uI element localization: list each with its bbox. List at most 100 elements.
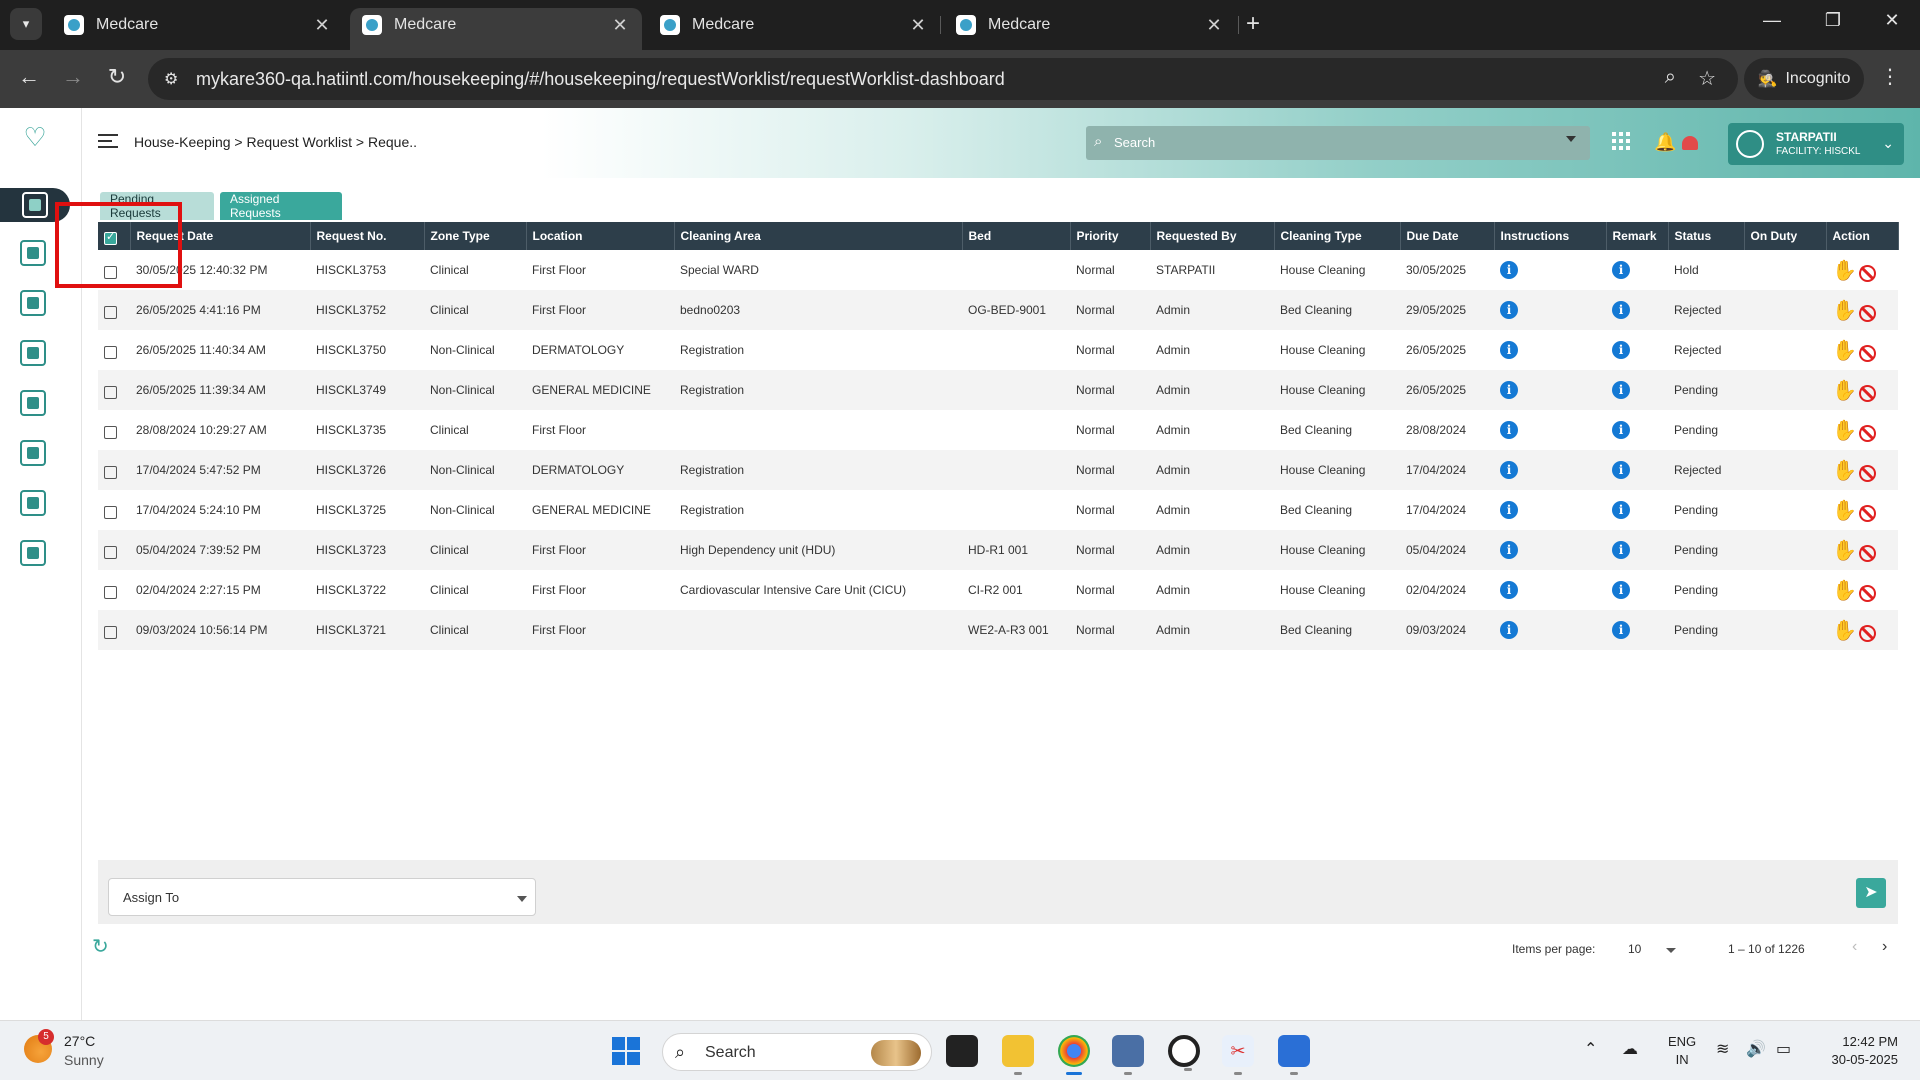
tray-overflow-chevron-icon[interactable]: ⌃ [1584,1039,1597,1059]
notepad-icon[interactable] [1278,1035,1310,1075]
nav-globe-icon[interactable] [16,336,50,370]
close-tab-icon[interactable]: ✕ [312,15,332,36]
language-indicator[interactable]: ENG IN [1668,1033,1696,1069]
forward-arrow-icon[interactable]: → [58,64,88,90]
table-row[interactable]: 26/05/2025 11:39:34 AM HISCKL3749 Non-Clin… [98,370,1898,410]
apps-grid-icon[interactable] [1612,132,1630,150]
remark-info-icon[interactable]: i [1612,301,1630,319]
table-row[interactable]: 30/05/2025 12:40:32 PM HISCKL3753 Clinical… [98,250,1898,290]
user-profile-menu[interactable]: STARPATII FACILITY: HISCKL ⌄ [1728,123,1904,165]
table-row[interactable]: 26/05/2025 11:40:34 AM HISCKL3750 Non-Clin… [98,330,1898,370]
nav-inventory-icon[interactable] [16,536,50,570]
table-row[interactable]: 17/04/2024 5:47:52 PM HISCKL3726 Non-Clini… [98,450,1898,490]
taskbar-search-box[interactable]: ⌕ Search [662,1033,932,1071]
hold-hand-icon[interactable]: ✋ [1832,378,1857,403]
instructions-info-icon[interactable]: i [1500,421,1518,439]
remark-info-icon[interactable]: i [1612,341,1630,359]
col-due-date[interactable]: Due Date [1400,222,1495,250]
col-requested-by[interactable]: Requested By [1150,222,1275,250]
battery-icon[interactable]: ▭ [1776,1039,1791,1059]
reject-ban-icon[interactable] [1858,264,1876,282]
table-row[interactable]: 17/04/2024 5:24:10 PM HISCKL3725 Non-Clini… [98,490,1898,530]
hold-hand-icon[interactable]: ✋ [1832,258,1857,283]
row-checkbox[interactable] [104,625,117,639]
nav-report-icon[interactable] [16,436,50,470]
table-row[interactable]: 09/03/2024 10:56:14 PM HISCKL3721 Clinical… [98,610,1898,650]
nav-schedule-icon[interactable] [16,286,50,320]
table-row[interactable]: 05/04/2024 7:39:52 PM HISCKL3723 Clinical F… [98,530,1898,570]
back-arrow-icon[interactable]: ← [14,64,44,90]
system-clock[interactable]: 12:42 PM 30-05-2025 [1818,1033,1899,1069]
instructions-info-icon[interactable]: i [1500,461,1518,479]
windows-start-icon[interactable] [612,1037,640,1065]
row-checkbox[interactable] [104,345,117,359]
hold-hand-icon[interactable]: ✋ [1832,578,1857,603]
col-request-no[interactable]: Request No. [310,222,425,250]
window-close-icon[interactable]: ✕ [1872,10,1912,31]
instructions-info-icon[interactable]: i [1500,501,1518,519]
remark-info-icon[interactable]: i [1612,381,1630,399]
row-checkbox[interactable] [104,585,117,599]
assign-to-select[interactable]: Assign To [108,878,536,916]
instructions-info-icon[interactable]: i [1500,621,1518,639]
send-assign-button[interactable]: ➤ [1856,878,1886,908]
wifi-icon[interactable]: ≋ [1716,1039,1729,1059]
onedrive-cloud-icon[interactable]: ☁ [1622,1039,1638,1059]
reject-ban-icon[interactable] [1858,424,1876,442]
col-priority[interactable]: Priority [1070,222,1151,250]
remark-info-icon[interactable]: i [1612,621,1630,639]
browser-tab-2[interactable]: Medcare ✕ [350,8,642,50]
col-bed[interactable]: Bed [962,222,1071,250]
items-per-page-caret-icon[interactable] [1666,948,1676,953]
col-cleaning-type[interactable]: Cleaning Type [1274,222,1401,250]
previous-page-icon[interactable]: ‹ [1852,938,1857,956]
recorder-icon[interactable] [1168,1035,1200,1071]
calculator-icon[interactable] [1112,1035,1144,1075]
nav-cleaning-icon[interactable] [16,386,50,420]
items-per-page-select[interactable]: 10 [1628,942,1641,956]
reject-ban-icon[interactable] [1858,504,1876,522]
reject-ban-icon[interactable] [1858,384,1876,402]
reject-ban-icon[interactable] [1858,464,1876,482]
instructions-info-icon[interactable]: i [1500,381,1518,399]
search-dropdown-caret-icon[interactable] [1566,136,1576,142]
close-tab-icon[interactable]: ✕ [1204,15,1224,36]
col-cleaning-area[interactable]: Cleaning Area [674,222,963,250]
row-checkbox[interactable] [104,465,117,479]
close-tab-icon[interactable]: ✕ [908,15,928,36]
table-row[interactable]: 26/05/2025 4:41:16 PM HISCKL3752 Clinical F… [98,290,1898,330]
hold-hand-icon[interactable]: ✋ [1832,498,1857,523]
volume-icon[interactable]: 🔊 [1746,1039,1766,1059]
hamburger-menu-icon[interactable] [98,134,118,148]
reload-icon[interactable]: ↻ [102,64,132,90]
tab-assigned-requests[interactable]: Assigned Requests [220,192,342,220]
remark-info-icon[interactable]: i [1612,421,1630,439]
reject-ban-icon[interactable] [1858,584,1876,602]
browser-menu-icon[interactable]: ⋮ [1880,64,1900,89]
weather-temperature[interactable]: 27°C [64,1033,95,1049]
row-checkbox[interactable] [104,425,117,439]
site-info-icon[interactable]: ⚙ [164,69,178,89]
instructions-info-icon[interactable]: i [1500,301,1518,319]
reject-ban-icon[interactable] [1858,304,1876,322]
new-tab-plus-icon[interactable]: + [1246,10,1260,38]
remark-info-icon[interactable]: i [1612,541,1630,559]
tab-search-chevron-icon[interactable]: ▾ [10,8,42,40]
file-explorer-icon[interactable] [1002,1035,1034,1075]
col-location[interactable]: Location [526,222,675,250]
url-text[interactable]: mykare360-qa.hatiintl.com/housekeeping/#… [196,69,1005,90]
nav-staff-icon[interactable] [16,236,50,270]
browser-tab-1[interactable]: Medcare ✕ [52,8,344,42]
close-tab-icon[interactable]: ✕ [610,15,630,36]
nav-dashboard-icon[interactable] [16,486,50,520]
remark-info-icon[interactable]: i [1612,501,1630,519]
next-page-icon[interactable]: › [1882,938,1887,956]
row-checkbox[interactable] [104,385,117,399]
refresh-icon[interactable]: ↻ [92,934,109,959]
weather-description[interactable]: Sunny [64,1052,104,1068]
instructions-info-icon[interactable]: i [1500,541,1518,559]
hold-hand-icon[interactable]: ✋ [1832,298,1857,323]
col-zone-type[interactable]: Zone Type [424,222,527,250]
table-row[interactable]: 28/08/2024 10:29:27 AM HISCKL3735 Clinical… [98,410,1898,450]
hold-hand-icon[interactable]: ✋ [1832,538,1857,563]
